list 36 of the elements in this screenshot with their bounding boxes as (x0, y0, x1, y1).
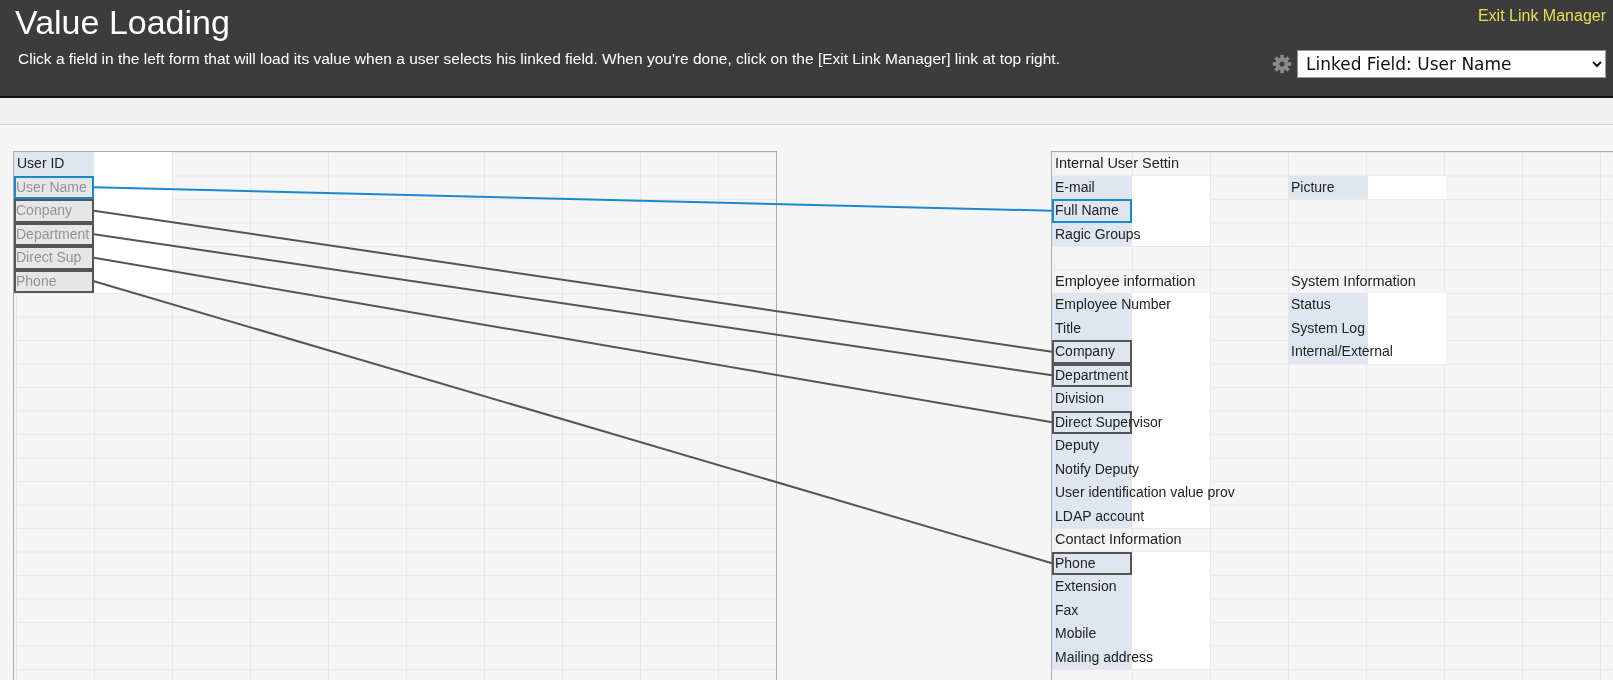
instructions-text: Click a field in the left form that will load its value when a user selects his linked field. When you're done, click on the [Exit Link Manager] link at top right. (18, 50, 1060, 68)
field-label[interactable]: Mobile (1052, 622, 1132, 646)
field-label[interactable]: Mailing address (1052, 645, 1154, 669)
field-label[interactable]: User identification value prov (1052, 481, 1235, 505)
field-label[interactable]: E-mail (1052, 175, 1132, 199)
field-label[interactable]: LDAP account (1052, 504, 1145, 528)
field-label[interactable]: Phone (1052, 551, 1132, 575)
field-label[interactable]: Picture (1288, 175, 1368, 199)
field-label[interactable]: Extension (1052, 575, 1132, 599)
page-title: Value Loading (15, 2, 231, 42)
field-label[interactable]: Company (1052, 340, 1132, 364)
section-heading: Employee information (1054, 271, 1197, 291)
field-label[interactable]: Fax (1052, 598, 1132, 622)
settings-icon[interactable] (1272, 54, 1292, 74)
value-field[interactable] (1132, 551, 1210, 575)
value-field[interactable] (1368, 293, 1446, 317)
value-field[interactable] (1132, 175, 1210, 199)
section-heading: Internal User Settin (1054, 154, 1181, 173)
field-label[interactable]: Title (1052, 316, 1132, 340)
field-label[interactable]: System Log (1288, 316, 1368, 340)
section-heading: System Information (1290, 271, 1417, 291)
value-field[interactable] (1368, 175, 1446, 199)
value-field[interactable] (94, 152, 172, 176)
field-label[interactable]: Ragic Groups (1052, 222, 1141, 246)
field-label[interactable]: User ID (14, 152, 94, 176)
field-label[interactable]: Full Name (1052, 199, 1132, 223)
field-label[interactable]: Internal/External (1288, 340, 1393, 364)
field-label[interactable]: Deputy (1052, 434, 1132, 458)
field-label[interactable]: Employee Number (1052, 293, 1171, 317)
field-label[interactable]: Status (1288, 293, 1368, 317)
field-label[interactable]: Division (1052, 387, 1132, 411)
section-heading: Contact Information (1054, 530, 1183, 549)
field-label[interactable]: Notify Deputy (1052, 457, 1140, 481)
field-label[interactable]: Department (1052, 363, 1132, 387)
exit-link-manager-link[interactable]: Exit Link Manager (1477, 4, 1606, 28)
linked-field-dropdown[interactable]: Linked Field: User Name (1297, 50, 1606, 78)
